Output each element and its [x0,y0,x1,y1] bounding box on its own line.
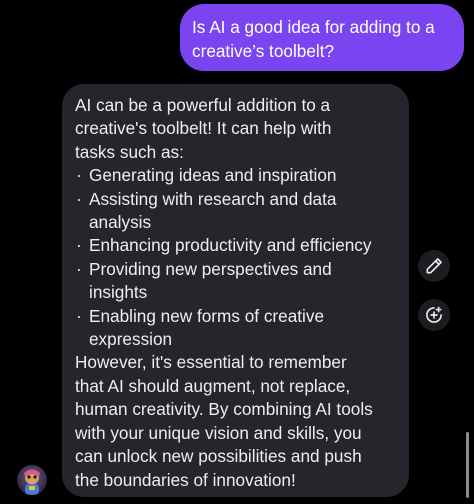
bullet-text: Providing new perspectives and [89,258,332,279]
bullet-item: · Enhancing productivity and efficiency [75,234,409,257]
assistant-outro-line: can unlock new possibilities and push [75,446,362,467]
add-reaction-button[interactable] [418,299,450,331]
bullet-marker: · [76,188,82,209]
assistant-outro-line: that AI should augment, not replace, [75,375,351,396]
bullet-item: · Generating ideas and inspiration [75,164,409,187]
bullet-text: Assisting with research and data [89,188,337,209]
bullet-text: Enhancing productivity and efficiency [89,235,372,256]
bullet-marker: · [76,235,82,256]
edit-message-button[interactable] [418,250,450,282]
avatar[interactable] [17,465,47,495]
assistant-intro-line: tasks such as: [75,141,184,162]
assistant-outro-line: However, it's essential to remember [75,352,347,373]
user-message-line: Is AI a good idea for adding to a [192,17,435,37]
assistant-intro-line: AI can be a powerful addition to a [75,95,331,115]
assistant-message-bubble: AI can be a powerful addition to a creat… [62,84,409,497]
bullet-text: Generating ideas and inspiration [89,165,337,186]
user-message-bubble: Is AI a good idea for adding to a creati… [180,4,464,71]
assistant-outro-line: the boundaries of innovation! [75,469,296,490]
circle-plus-icon [424,305,444,325]
bullet-marker: · [76,258,82,279]
pencil-icon [424,256,444,276]
assistant-intro-line: creative's toolbelt! It can help with [75,118,332,139]
bullet-text: Enabling new forms of creative [89,305,325,326]
bullet-continuation: analysis [89,212,152,233]
user-message-line: creative’s toolbelt? [192,41,335,61]
bullet-item: · Providing new perspectives and [75,258,409,281]
bullet-continuation: expression [89,329,173,350]
bullet-marker: · [76,305,82,326]
assistant-outro-line: human creativity. By combining AI tools [75,399,373,420]
bullet-item: · Enabling new forms of creative [75,305,409,328]
bullet-marker: · [76,165,82,186]
bullet-item: · Assisting with research and data [75,188,409,211]
bullet-continuation: insights [89,282,148,303]
assistant-outro-line: with your unique vision and skills, you [75,422,362,443]
scrollbar-thumb[interactable] [466,432,469,498]
